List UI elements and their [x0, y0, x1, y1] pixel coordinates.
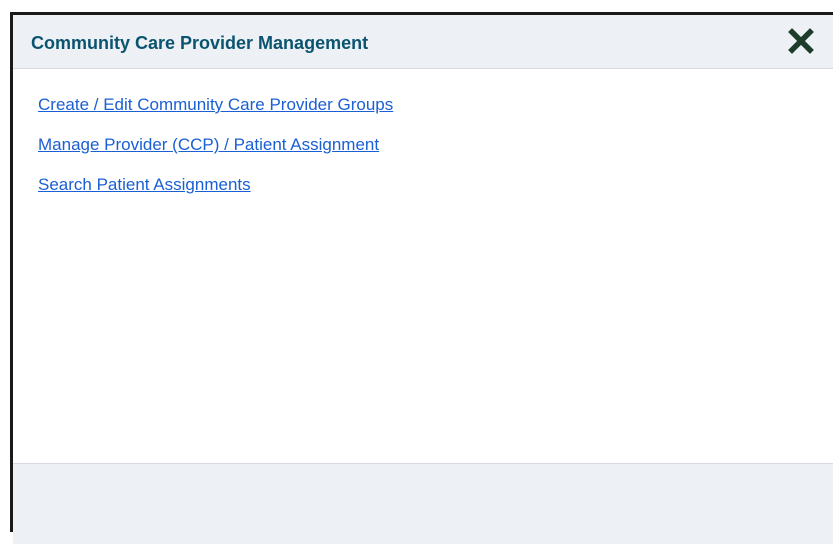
dialog-title: Community Care Provider Management [31, 33, 369, 53]
dialog-titlebar: Community Care Provider Management [13, 15, 833, 69]
manage-provider-patient-assignment-link[interactable]: Manage Provider (CCP) / Patient Assignme… [38, 135, 393, 155]
create-edit-ccp-groups-link[interactable]: Create / Edit Community Care Provider Gr… [38, 95, 393, 115]
link-list: Create / Edit Community Care Provider Gr… [38, 95, 393, 215]
search-patient-assignments-link[interactable]: Search Patient Assignments [38, 175, 393, 195]
close-x-icon [788, 28, 814, 54]
dialog-footer [13, 463, 833, 544]
close-button[interactable] [788, 28, 814, 54]
ccp-management-dialog: Community Care Provider Management Creat… [10, 12, 833, 544]
